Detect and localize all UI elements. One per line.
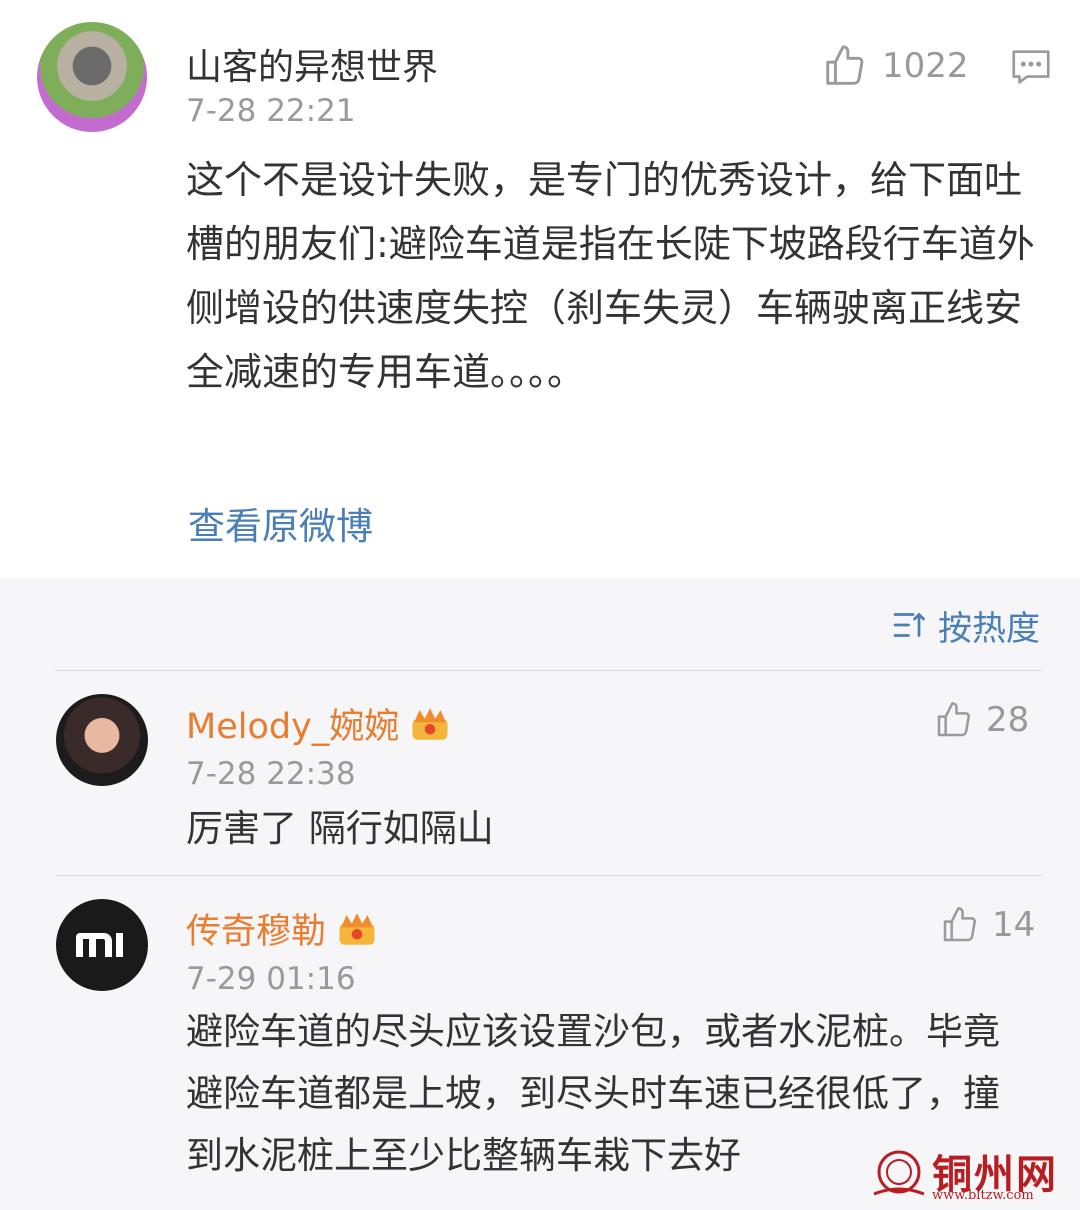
seal-logo-icon	[873, 1150, 925, 1196]
commenter-avatar[interactable]	[56, 694, 148, 786]
post-text: 这个不是设计失败，是专门的优秀设计，给下面吐槽的朋友们:避险车道是指在长陡下坡路…	[186, 158, 1035, 394]
crown-badge-icon	[339, 912, 375, 945]
comment-text: 厉害了 隔行如隔山	[186, 807, 494, 850]
commenter-name-text: Melody_婉婉	[186, 707, 400, 747]
comments-section: 按热度 Melody_婉婉 7-28 22:38 28 厉害了 隔行如隔山 传奇…	[0, 578, 1080, 1210]
thumbs-up-icon	[943, 907, 976, 942]
sort-toggle[interactable]: 按热度	[892, 600, 1040, 650]
post-like-count: 1022	[882, 46, 969, 86]
thumbs-up-icon	[826, 45, 864, 85]
commenter-name[interactable]: Melody_婉婉	[186, 698, 451, 749]
comment-like-button[interactable]: 14	[940, 905, 1035, 945]
sort-label: 按热度	[938, 608, 1040, 649]
post-comment-button[interactable]	[1008, 44, 1054, 90]
commenter-name-text: 传奇穆勒	[186, 912, 327, 952]
commenter-avatar[interactable]	[56, 899, 148, 991]
main-post: 山客的异想世界 7-28 22:21 1022 这个不是设计失败，是专门的优秀设…	[0, 0, 1080, 578]
comment-like-button[interactable]: 28	[934, 700, 1029, 740]
author-avatar[interactable]	[37, 22, 147, 132]
comment-timestamp: 7-28 22:38	[186, 756, 356, 792]
comment-item: Melody_婉婉 7-28 22:38 28 厉害了 隔行如隔山	[0, 670, 1080, 875]
mi-logo-icon	[76, 933, 123, 957]
commenter-name[interactable]: 传奇穆勒	[186, 903, 378, 954]
thumbs-up-icon	[937, 702, 970, 737]
comment-like-count: 14	[992, 905, 1036, 945]
author-name[interactable]: 山客的异想世界	[186, 38, 438, 90]
sort-icon	[893, 612, 925, 637]
watermark-url: www.bltzw.com	[932, 1188, 1034, 1203]
view-original-link[interactable]: 查看原微博	[188, 496, 373, 550]
comment-like-count: 28	[986, 700, 1030, 740]
comment-icon	[1012, 50, 1050, 84]
comment-timestamp: 7-29 01:16	[186, 961, 356, 997]
crown-badge-icon	[412, 707, 448, 740]
post-timestamp: 7-28 22:21	[186, 93, 356, 129]
site-watermark: 铜州网 www.bltzw.com	[870, 1144, 1070, 1206]
post-like-button[interactable]: 1022	[822, 40, 969, 92]
